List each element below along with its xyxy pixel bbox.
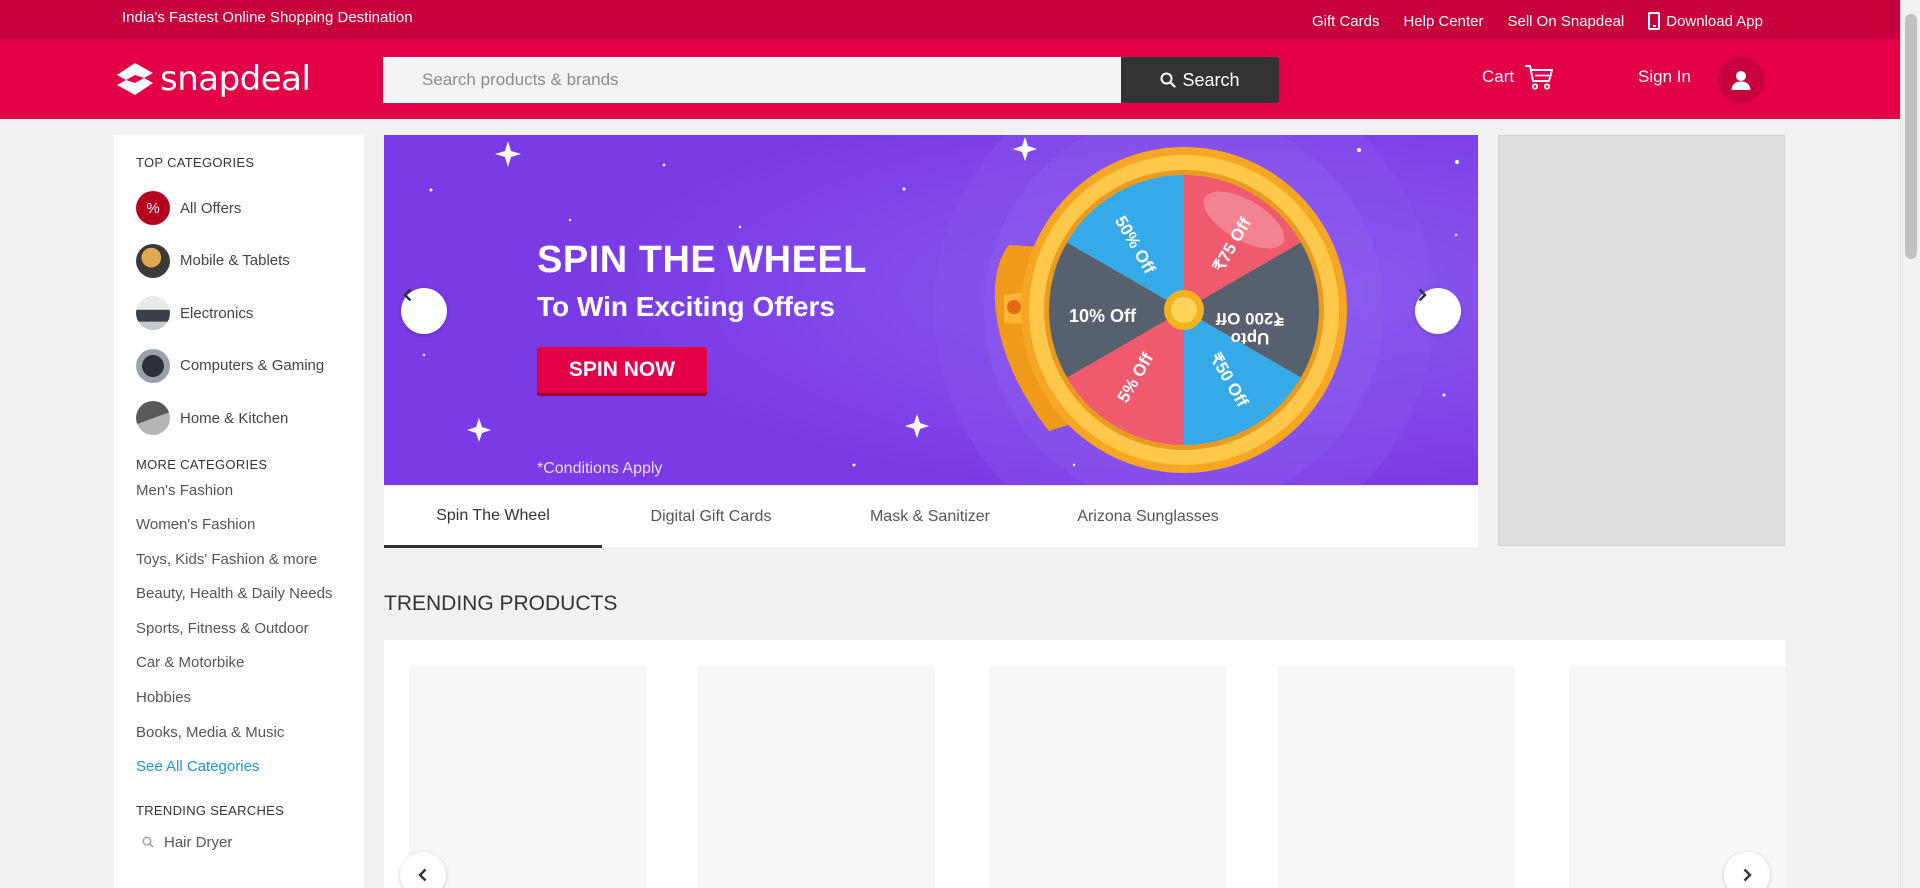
category-beauty-health[interactable]: Beauty, Health & Daily Needs <box>136 585 364 620</box>
cart-button[interactable]: Cart <box>1482 63 1554 91</box>
top-strip: India's Fastest Online Shopping Destinat… <box>0 0 1900 39</box>
scrollbar-thumb[interactable] <box>1905 14 1917 259</box>
trending-search-label: Hair Dryer <box>164 833 233 851</box>
trending-products-title: TRENDING PRODUCTS <box>384 592 618 615</box>
user-icon <box>1731 71 1751 90</box>
cart-icon <box>1525 65 1554 90</box>
trending-search-item[interactable]: Hair Dryer <box>136 834 364 851</box>
download-app-link[interactable]: Download App <box>1648 12 1763 30</box>
category-sidebar: TOP CATEGORIES % All Offers Mobile & Tab… <box>114 135 364 888</box>
page-scrollbar[interactable] <box>1900 0 1920 888</box>
category-womens-fashion[interactable]: Women's Fashion <box>136 516 364 551</box>
search-icon <box>1160 72 1177 88</box>
top-categories-title: TOP CATEGORIES <box>136 155 255 170</box>
category-mens-fashion[interactable]: Men's Fashion <box>136 482 364 517</box>
trending-products-carousel <box>384 640 1785 888</box>
trending-searches-title: TRENDING SEARCHES <box>136 802 285 818</box>
download-app-label: Download App <box>1666 12 1763 30</box>
category-all-offers[interactable]: % All Offers <box>136 182 364 235</box>
logo-mark-icon <box>117 63 153 95</box>
tab-arizona-sunglasses[interactable]: Arizona Sunglasses <box>1039 486 1257 548</box>
kitchen-icon <box>136 401 170 436</box>
mobile-icon <box>136 243 170 278</box>
user-avatar-button[interactable] <box>1718 57 1764 103</box>
wheel-label: Upto ₹200 Off <box>1215 309 1285 348</box>
see-all-categories-link[interactable]: See All Categories <box>136 758 364 793</box>
electronics-icon <box>136 296 170 331</box>
category-computers-gaming[interactable]: Computers & Gaming <box>136 340 364 393</box>
search-input[interactable] <box>383 57 1121 103</box>
chevron-right-icon <box>1418 288 1427 302</box>
product-card[interactable] <box>989 666 1226 888</box>
category-label: Home & Kitchen <box>180 409 289 427</box>
side-ad-placeholder <box>1498 135 1785 546</box>
help-center-link[interactable]: Help Center <box>1403 12 1483 30</box>
search-button[interactable]: Search <box>1121 57 1279 103</box>
product-card[interactable] <box>698 666 935 888</box>
cart-label: Cart <box>1482 67 1515 86</box>
tab-spin-the-wheel[interactable]: Spin The Wheel <box>384 486 602 548</box>
snapdeal-logo[interactable]: snapdeal <box>114 59 311 99</box>
category-mobile-tablets[interactable]: Mobile & Tablets <box>136 235 364 288</box>
logo-text: snapdeal <box>160 59 311 99</box>
banner-conditions: *Conditions Apply <box>537 460 663 477</box>
product-card[interactable] <box>409 666 646 888</box>
wheel-label: 10% Off <box>1069 306 1137 326</box>
hero-banner[interactable]: 50% Off ₹75 Off Upto ₹200 Off ₹50 Off 5%… <box>384 135 1478 485</box>
category-toys-kids[interactable]: Toys, Kids' Fashion & more <box>136 551 364 586</box>
banner-title: SPIN THE WHEEL <box>537 239 868 281</box>
banner-tabs: Spin The Wheel Digital Gift Cards Mask &… <box>384 485 1478 548</box>
top-categories-list: % All Offers Mobile & Tablets Electronic… <box>136 182 364 445</box>
chevron-left-icon <box>418 868 427 882</box>
gift-cards-link[interactable]: Gift Cards <box>1312 12 1380 30</box>
banner-subtitle: To Win Exciting Offers <box>537 291 835 322</box>
category-home-kitchen[interactable]: Home & Kitchen <box>136 392 364 445</box>
chevron-right-icon <box>1743 868 1752 882</box>
more-categories-title: MORE CATEGORIES <box>136 456 268 472</box>
banner-next-button[interactable] <box>1415 288 1461 334</box>
spin-now-button[interactable]: SPIN NOW <box>537 347 707 393</box>
search-icon <box>142 836 154 848</box>
category-books-media[interactable]: Books, Media & Music <box>136 724 364 759</box>
banner-prev-button[interactable] <box>401 288 447 334</box>
top-links: Gift Cards Help Center Sell On Snapdeal … <box>1312 12 1763 30</box>
category-label: Mobile & Tablets <box>180 252 290 270</box>
computer-icon <box>136 348 170 383</box>
chevron-left-icon <box>403 288 412 302</box>
tab-digital-gift-cards[interactable]: Digital Gift Cards <box>602 486 820 548</box>
product-card[interactable] <box>1278 666 1515 888</box>
offers-icon: % <box>136 191 170 226</box>
category-electronics[interactable]: Electronics <box>136 287 364 340</box>
category-label: Electronics <box>180 304 254 322</box>
category-label: Computers & Gaming <box>180 357 325 375</box>
tagline: India's Fastest Online Shopping Destinat… <box>122 9 413 26</box>
sell-on-snapdeal-link[interactable]: Sell On Snapdeal <box>1508 12 1625 30</box>
more-categories-list: Men's Fashion Women's Fashion Toys, Kids… <box>136 482 364 793</box>
category-label: All Offers <box>180 199 242 217</box>
category-car-motorbike[interactable]: Car & Motorbike <box>136 654 364 689</box>
category-hobbies[interactable]: Hobbies <box>136 689 364 724</box>
category-sports-fitness[interactable]: Sports, Fitness & Outdoor <box>136 620 364 655</box>
phone-icon <box>1648 12 1661 30</box>
search-button-label: Search <box>1182 69 1240 90</box>
header: snapdeal Search Cart Sign In <box>0 39 1900 119</box>
sign-in-link[interactable]: Sign In <box>1638 67 1691 87</box>
search-bar: Search <box>383 57 1279 103</box>
tab-mask-sanitizer[interactable]: Mask & Sanitizer <box>821 486 1039 548</box>
